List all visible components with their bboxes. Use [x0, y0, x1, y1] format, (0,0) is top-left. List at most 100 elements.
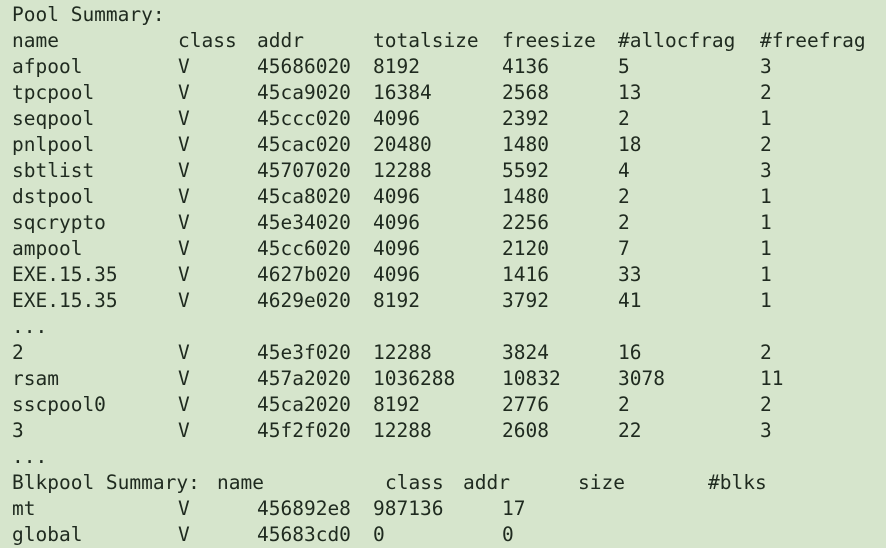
pool-row: pnlpool V 45cac020 20480 1480 18 2 [0, 132, 886, 158]
pool-row: sbtlist V 45707020 12288 5592 4 3 [0, 158, 886, 184]
cell-name: global [12, 523, 83, 546]
cell-addr: 45cac020 [257, 133, 351, 156]
cell-totalsize: 12288 [373, 159, 432, 182]
cell-freefrag: 1 [760, 263, 772, 286]
cell-addr: 45707020 [257, 159, 351, 182]
cell-name: sscpool0 [12, 393, 106, 416]
cell-name: mt [12, 497, 36, 520]
blkpool-summary-title: Blkpool Summary: [12, 471, 200, 494]
cell-freesize: 1416 [502, 263, 549, 286]
header-totalsize: totalsize [373, 29, 479, 52]
cell-addr: 45ca9020 [257, 81, 351, 104]
cell-freefrag: 2 [760, 393, 772, 416]
cell-class: V [178, 159, 190, 182]
pool-row: sscpool0 V 45ca2020 8192 2776 2 2 [0, 392, 886, 418]
cell-freesize: 5592 [502, 159, 549, 182]
cell-class: V [178, 289, 190, 312]
cell-class: V [178, 55, 190, 78]
cell-class: V [178, 81, 190, 104]
cell-addr: 45686020 [257, 55, 351, 78]
cell-addr: 4627b020 [257, 263, 351, 286]
cell-freefrag: 1 [760, 289, 772, 312]
cell-freesize: 2776 [502, 393, 549, 416]
blk-header-name: name [217, 471, 264, 494]
blk-header-size: size [578, 471, 625, 494]
cell-addr: 45f2f020 [257, 419, 351, 442]
pool-row: sqcrypto V 45e34020 4096 2256 2 1 [0, 210, 886, 236]
cell-freesize: 4136 [502, 55, 549, 78]
ellipsis-line: ... [0, 314, 886, 340]
cell-freesize: 2256 [502, 211, 549, 234]
cell-class: V [178, 133, 190, 156]
cell-name: EXE.15.35 [12, 263, 118, 286]
cell-allocfrag: 2 [618, 185, 630, 208]
cell-freesize: 2608 [502, 419, 549, 442]
cell-freesize: 1480 [502, 185, 549, 208]
cell-freefrag: 1 [760, 211, 772, 234]
cell-totalsize: 8192 [373, 289, 420, 312]
cell-class: V [178, 497, 190, 520]
header-allocfrag: #allocfrag [618, 29, 736, 52]
cell-freefrag: 2 [760, 81, 772, 104]
cell-freefrag: 3 [760, 159, 772, 182]
cell-name: ampool [12, 237, 83, 260]
cell-allocfrag: 7 [618, 237, 630, 260]
cell-totalsize: 4096 [373, 185, 420, 208]
pool-row: ampool V 45cc6020 4096 2120 7 1 [0, 236, 886, 262]
cell-name: 2 [12, 341, 24, 364]
cell-addr: 4629e020 [257, 289, 351, 312]
cell-freesize: 2120 [502, 237, 549, 260]
cell-name: sbtlist [12, 159, 95, 182]
cell-name: tpcpool [12, 81, 95, 104]
cell-totalsize: 4096 [373, 211, 420, 234]
header-freesize: freesize [502, 29, 596, 52]
pool-row: EXE.15.35 V 4627b020 4096 1416 33 1 [0, 262, 886, 288]
cell-totalsize: 16384 [373, 81, 432, 104]
cell-addr: 45ca8020 [257, 185, 351, 208]
cell-name: dstpool [12, 185, 95, 208]
cell-name: rsam [12, 367, 59, 390]
blk-header-addr: addr [463, 471, 510, 494]
cell-freefrag: 1 [760, 185, 772, 208]
cell-addr: 456892e8 [257, 497, 351, 520]
pool-row: tpcpool V 45ca9020 16384 2568 13 2 [0, 80, 886, 106]
cell-name: pnlpool [12, 133, 95, 156]
pool-row: EXE.15.35 V 4629e020 8192 3792 41 1 [0, 288, 886, 314]
cell-totalsize: 4096 [373, 107, 420, 130]
cell-freesize: 3824 [502, 341, 549, 364]
cell-freesize: 3792 [502, 289, 549, 312]
cell-blks: 17 [502, 497, 526, 520]
cell-allocfrag: 2 [618, 393, 630, 416]
pool-row: 3 V 45f2f020 12288 2608 22 3 [0, 418, 886, 444]
cell-addr: 45683cd0 [257, 523, 351, 546]
cell-allocfrag: 16 [618, 341, 642, 364]
cell-blks: 0 [502, 523, 514, 546]
cell-totalsize: 4096 [373, 237, 420, 260]
pool-row: seqpool V 45ccc020 4096 2392 2 1 [0, 106, 886, 132]
cell-class: V [178, 185, 190, 208]
cell-addr: 45cc6020 [257, 237, 351, 260]
pool-summary-title: Pool Summary: [12, 3, 165, 26]
cell-addr: 45ca2020 [257, 393, 351, 416]
cell-name: seqpool [12, 107, 95, 130]
cell-totalsize: 12288 [373, 341, 432, 364]
cell-allocfrag: 41 [618, 289, 642, 312]
cell-freefrag: 1 [760, 237, 772, 260]
blkpool-row: mt V 456892e8 987136 17 [0, 496, 886, 522]
cell-allocfrag: 2 [618, 107, 630, 130]
cell-name: 3 [12, 419, 24, 442]
header-class: class [178, 29, 237, 52]
cell-allocfrag: 5 [618, 55, 630, 78]
cell-class: V [178, 367, 190, 390]
pool-row: 2 V 45e3f020 12288 3824 16 2 [0, 340, 886, 366]
cell-freefrag: 2 [760, 133, 772, 156]
cell-name: EXE.15.35 [12, 289, 118, 312]
cell-name: sqcrypto [12, 211, 106, 234]
cell-freefrag: 2 [760, 341, 772, 364]
cell-freesize: 2392 [502, 107, 549, 130]
cell-class: V [178, 107, 190, 130]
cell-class: V [178, 419, 190, 442]
cell-class: V [178, 237, 190, 260]
ellipsis-line: ... [0, 444, 886, 470]
ellipsis: ... [12, 315, 48, 338]
